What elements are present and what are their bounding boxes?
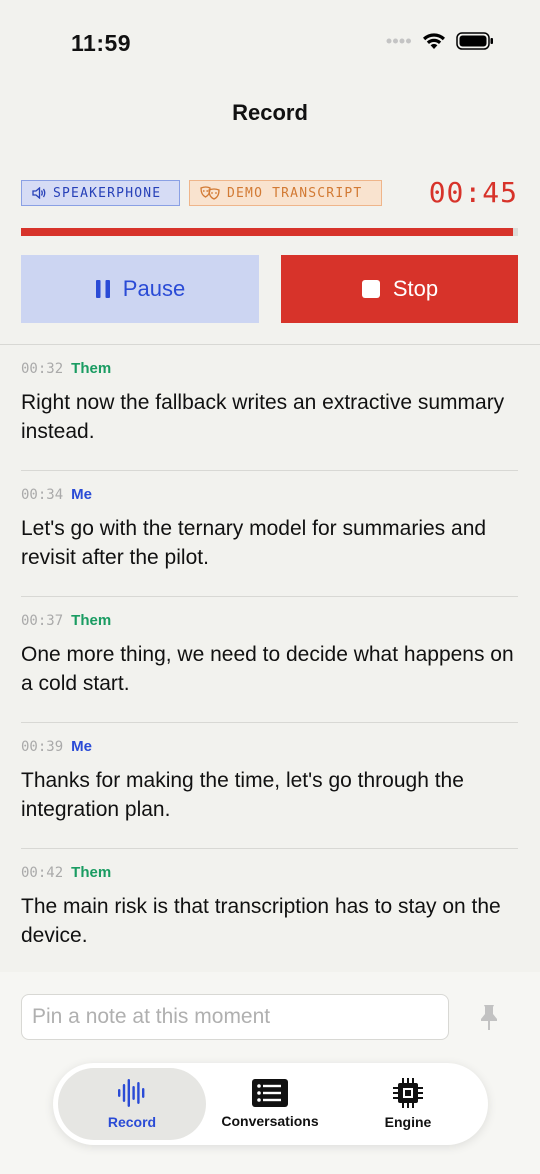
entry-speaker: Me: [71, 486, 92, 503]
page-title: Record: [232, 100, 308, 125]
entry-speaker: Them: [71, 864, 112, 881]
entry-text: Let's go with the ternary model for summ…: [21, 517, 487, 569]
theater-masks-icon: [200, 186, 220, 200]
pin-button[interactable]: [472, 1000, 506, 1034]
status-time: 11:59: [71, 30, 132, 56]
transcript-entry: 00:34 Me Let's go with the ternary model…: [21, 471, 518, 597]
entry-speaker: Me: [71, 738, 92, 755]
battery-icon: [456, 32, 493, 50]
tab-engine[interactable]: Engine: [343, 1068, 473, 1140]
speaker-icon: [32, 187, 46, 199]
entry-speaker: Them: [71, 360, 112, 377]
waveform-icon: [118, 1079, 145, 1107]
pin-note-input[interactable]: [21, 994, 449, 1040]
chip-icon: [393, 1078, 423, 1108]
tab-record-label: Record: [107, 1114, 157, 1130]
tab-engine-label: Engine: [384, 1114, 432, 1130]
pause-button[interactable]: Pause: [21, 255, 259, 323]
status-icons: [386, 32, 494, 50]
list-icon: [252, 1079, 288, 1107]
recording-timer: 00:45: [428, 176, 518, 209]
recording-progress-fill: [21, 228, 514, 236]
tab-conversations-label: Conversations: [221, 1113, 319, 1129]
stop-button[interactable]: Stop: [281, 255, 518, 323]
pause-icon: [95, 280, 110, 298]
demo-transcript-badge: DEMO TRANSCRIPT: [189, 180, 382, 206]
entry-text: Right now the fallback writes an extract…: [21, 391, 505, 443]
recording-progress-bar: [21, 228, 518, 236]
transcript-entry: 00:42 Them The main risk is that transcr…: [21, 849, 518, 975]
transcript-entry: 00:39 Me Thanks for making the time, let…: [21, 723, 518, 849]
tab-conversations[interactable]: Conversations: [213, 1068, 327, 1140]
stop-icon: [361, 280, 380, 298]
pause-label: Pause: [122, 276, 186, 301]
speakerphone-badge: SPEAKERPHONE: [21, 180, 180, 206]
transcript-entry: 00:37 Them One more thing, we need to de…: [21, 597, 518, 723]
entry-timestamp: 00:34: [21, 487, 64, 503]
entry-text: Thanks for making the time, let's go thr…: [21, 769, 464, 821]
demo-transcript-label: DEMO TRANSCRIPT: [227, 185, 363, 201]
entry-timestamp: 00:39: [21, 739, 64, 755]
wifi-icon: [423, 33, 445, 49]
transcript-entry: 00:32 Them Right now the fallback writes…: [21, 345, 518, 471]
entry-speaker: Them: [71, 612, 112, 629]
signal-icon: [386, 38, 411, 44]
stop-label: Stop: [392, 276, 439, 301]
tab-bar: Record Conversations Engine: [53, 1063, 488, 1145]
entry-timestamp: 00:37: [21, 613, 64, 629]
status-bar: 11:59: [0, 0, 540, 90]
entry-text: The main risk is that transcription has …: [21, 895, 501, 947]
entry-text: One more thing, we need to decide what h…: [21, 643, 514, 695]
tab-record[interactable]: Record: [58, 1068, 206, 1140]
entry-timestamp: 00:32: [21, 361, 64, 377]
transcript-list[interactable]: 00:32 Them Right now the fallback writes…: [21, 345, 518, 975]
entry-timestamp: 00:42: [21, 865, 64, 881]
speakerphone-label: SPEAKERPHONE: [53, 185, 162, 201]
pin-icon: [481, 1005, 497, 1030]
